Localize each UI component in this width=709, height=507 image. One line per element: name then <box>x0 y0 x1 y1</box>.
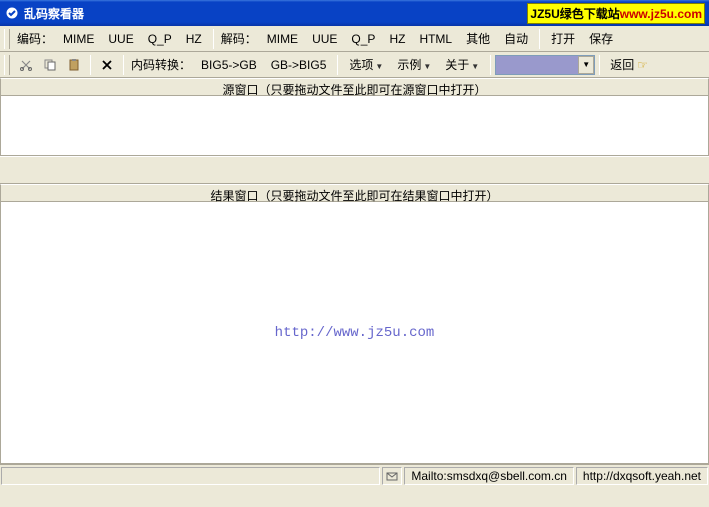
status-url[interactable]: http://dxqsoft.yeah.net <box>576 467 708 485</box>
gb-to-big5-button[interactable]: GB->BIG5 <box>264 55 334 75</box>
chevron-down-icon: ▼ <box>375 62 383 71</box>
separator <box>213 29 214 49</box>
result-pane-header: 结果窗口（只要拖动文件至此即可在结果窗口中打开） <box>0 184 709 202</box>
decode-hz-button[interactable]: HZ <box>382 29 412 49</box>
encode-mime-button[interactable]: MIME <box>56 29 101 49</box>
chevron-down-icon: ▼ <box>578 56 594 74</box>
encode-hz-button[interactable]: HZ <box>179 29 209 49</box>
copy-icon[interactable] <box>40 55 60 75</box>
encode-label: 编码： <box>14 28 56 49</box>
convert-label: 内码转换： <box>128 54 194 75</box>
ad-banner[interactable]: JZ5U绿色下载站www.jz5u.com <box>527 3 705 24</box>
toolbar-grip[interactable] <box>4 55 10 75</box>
return-label: 返回 <box>610 56 634 73</box>
save-button[interactable]: 保存 <box>582 27 620 50</box>
separator <box>490 55 491 75</box>
options-label: 选项 <box>349 58 373 72</box>
status-icon-cell <box>382 467 402 485</box>
decode-mime-button[interactable]: MIME <box>260 29 305 49</box>
result-pane[interactable]: http://www.jz5u.com <box>0 202 709 464</box>
source-pane[interactable] <box>0 96 709 156</box>
hand-icon: ☞ <box>637 58 648 72</box>
app-icon <box>4 5 20 21</box>
result-content: http://www.jz5u.com <box>275 325 435 341</box>
decode-other-button[interactable]: 其他 <box>459 27 497 50</box>
separator <box>599 55 600 75</box>
toolbar-actions: 内码转换： BIG5->GB GB->BIG5 选项▼ 示例▼ 关于▼ ▼ 返回… <box>0 52 709 78</box>
paste-icon[interactable] <box>64 55 84 75</box>
source-pane-header: 源窗口（只要拖动文件至此即可在源窗口中打开） <box>0 78 709 96</box>
return-button[interactable]: 返回☞ <box>604 54 654 75</box>
separator <box>337 55 338 75</box>
decode-uue-button[interactable]: UUE <box>305 29 344 49</box>
chevron-down-icon: ▼ <box>471 62 479 71</box>
about-button[interactable]: 关于▼ <box>438 53 486 76</box>
samples-button[interactable]: 示例▼ <box>390 53 438 76</box>
toolbar-encoding: 编码： MIME UUE Q_P HZ 解码： MIME UUE Q_P HZ … <box>0 26 709 52</box>
separator <box>123 55 124 75</box>
big5-to-gb-button[interactable]: BIG5->GB <box>194 55 264 75</box>
mail-icon <box>386 470 398 482</box>
chevron-down-icon: ▼ <box>423 62 431 71</box>
separator <box>539 29 540 49</box>
toolbar-grip[interactable] <box>4 29 10 49</box>
decode-label: 解码： <box>218 28 260 49</box>
options-button[interactable]: 选项▼ <box>342 53 390 76</box>
encode-qp-button[interactable]: Q_P <box>141 29 179 49</box>
combo-dropdown[interactable]: ▼ <box>495 55 595 75</box>
ad-url: www.jz5u.com <box>620 7 702 21</box>
decode-auto-button[interactable]: 自动 <box>497 27 535 50</box>
cut-icon[interactable] <box>16 55 36 75</box>
encode-uue-button[interactable]: UUE <box>101 29 140 49</box>
samples-label: 示例 <box>397 58 421 72</box>
separator <box>90 55 91 75</box>
splitter[interactable] <box>0 156 709 184</box>
delete-icon[interactable] <box>97 55 117 75</box>
status-mailto[interactable]: Mailto:smsdxq@sbell.com.cn <box>404 467 574 485</box>
decode-html-button[interactable]: HTML <box>412 29 459 49</box>
titlebar: 乱码察看器 JZ5U绿色下载站www.jz5u.com <box>0 0 709 26</box>
ad-prefix: JZ5U绿色下载站 <box>530 7 619 21</box>
open-button[interactable]: 打开 <box>544 27 582 50</box>
window-title: 乱码察看器 <box>24 5 527 22</box>
statusbar: Mailto:smsdxq@sbell.com.cn http://dxqsof… <box>0 464 709 486</box>
status-cell-empty <box>1 467 380 485</box>
decode-qp-button[interactable]: Q_P <box>344 29 382 49</box>
about-label: 关于 <box>445 58 469 72</box>
